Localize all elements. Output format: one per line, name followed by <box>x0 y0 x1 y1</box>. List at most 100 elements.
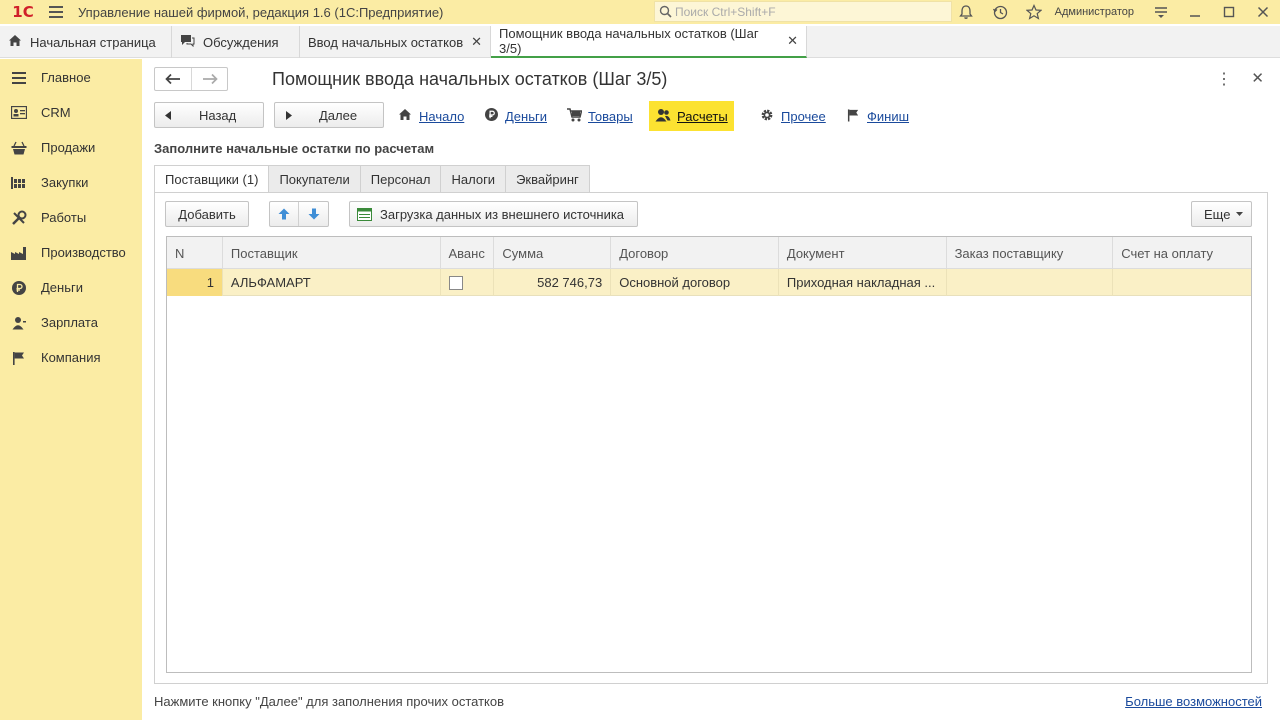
form-close-icon[interactable]: ✕ <box>1251 69 1264 87</box>
sidebar-item-salary[interactable]: Зарплата <box>0 305 142 340</box>
load-external-data-button[interactable]: Загрузка данных из внешнего источника <box>349 201 638 227</box>
tab-label: Обсуждения <box>203 34 279 50</box>
sidebar-item-production[interactable]: Производство <box>0 235 142 270</box>
load-button-label: Загрузка данных из внешнего источника <box>380 206 625 222</box>
more-vertical-icon[interactable]: ⋮ <box>1216 69 1232 89</box>
column-header[interactable]: N <box>167 237 223 269</box>
step-other[interactable]: Прочее <box>759 103 826 129</box>
ruble-icon <box>483 108 499 124</box>
chevron-down-icon <box>1236 211 1244 217</box>
column-header[interactable]: Документ <box>779 237 947 269</box>
tab-label: Начальная страница <box>30 34 156 50</box>
factory-icon <box>11 245 27 261</box>
tab-home[interactable]: Начальная страница <box>0 26 172 58</box>
column-header[interactable]: Счет на оплату <box>1113 237 1251 269</box>
step-goods[interactable]: Товары <box>566 103 633 129</box>
column-header[interactable]: Заказ поставщику <box>947 237 1114 269</box>
step-link[interactable]: Финиш <box>867 109 909 124</box>
crm-icon <box>11 105 27 121</box>
page-tabs: Поставщики (1) Покупатели Персонал Налог… <box>154 165 590 193</box>
main-content: Помощник ввода начальных остатков (Шаг 3… <box>142 59 1280 720</box>
step-link[interactable]: Товары <box>588 109 633 124</box>
main-menu-icon[interactable] <box>42 0 70 24</box>
history-navigation <box>154 67 228 91</box>
chat-icon <box>180 34 195 50</box>
sidebar-item-crm[interactable]: CRM <box>0 95 142 130</box>
tab-suppliers[interactable]: Поставщики (1) <box>154 165 270 193</box>
back-arrow-icon[interactable] <box>155 68 191 90</box>
flag-icon <box>11 350 27 366</box>
user-name[interactable]: Администратор <box>1055 6 1134 18</box>
tab-close-icon[interactable]: ✕ <box>471 34 482 50</box>
sidebar-item-works[interactable]: Работы <box>0 200 142 235</box>
bell-icon[interactable] <box>949 0 983 24</box>
sidebar-item-main[interactable]: Главное <box>0 60 142 95</box>
home-icon <box>8 34 22 50</box>
step-settlements[interactable]: Расчеты <box>649 101 734 131</box>
sidebar-item-label: Компания <box>41 350 101 365</box>
app-title: Управление нашей фирмой, редакция 1.6 (1… <box>78 4 444 20</box>
table-row[interactable]: 1 АЛЬФАМАРТ 582 746,73 Основной договор … <box>167 269 1251 296</box>
sidebar-item-sales[interactable]: Продажи <box>0 130 142 165</box>
tab-discussions[interactable]: Обсуждения <box>172 26 300 58</box>
search-input[interactable]: Поиск Ctrl+Shift+F <box>654 1 952 22</box>
triangle-left-icon <box>165 108 175 123</box>
tab-acquiring[interactable]: Эквайринг <box>505 165 590 192</box>
tab-close-icon[interactable]: ✕ <box>787 33 798 49</box>
cart-icon <box>566 107 582 125</box>
form-title: Помощник ввода начальных остатков (Шаг 3… <box>272 69 668 89</box>
menu-icon <box>11 70 27 86</box>
tab-personnel[interactable]: Персонал <box>359 165 442 192</box>
sidebar-item-label: Деньги <box>41 280 83 295</box>
sidebar-item-label: Продажи <box>41 140 96 155</box>
arrow-down-icon[interactable] <box>299 202 328 226</box>
back-button[interactable]: Назад <box>154 102 264 128</box>
tab-balance-wizard[interactable]: Помощник ввода начальных остатков (Шаг 3… <box>491 26 807 58</box>
tab-opening-balances[interactable]: Ввод начальных остатков ✕ <box>300 26 491 58</box>
step-start[interactable]: Начало <box>397 103 464 129</box>
more-dropdown-button[interactable]: Еще <box>1191 201 1252 227</box>
home-icon <box>397 108 413 124</box>
step-finish[interactable]: Финиш <box>845 103 909 129</box>
arrow-up-icon[interactable] <box>270 202 299 226</box>
tab-customers[interactable]: Покупатели <box>268 165 361 192</box>
close-icon[interactable] <box>1246 0 1280 24</box>
add-button[interactable]: Добавить <box>165 201 249 227</box>
star-icon[interactable] <box>1017 0 1051 24</box>
document-cell[interactable]: Приходная накладная ... <box>779 269 947 296</box>
more-label: Еще <box>1204 206 1231 222</box>
step-money[interactable]: Деньги <box>483 103 547 129</box>
title-bar: 1С Управление нашей фирмой, редакция 1.6… <box>0 0 1280 24</box>
move-buttons <box>269 201 329 227</box>
contract-cell[interactable]: Основной договор <box>611 269 779 296</box>
tab-label: Ввод начальных остатков <box>308 34 464 50</box>
suppliers-panel: Добавить Загрузка данных из внешнего ист… <box>154 192 1268 684</box>
supplier-cell[interactable]: АЛЬФАМАРТ <box>223 269 441 296</box>
advance-checkbox[interactable] <box>448 275 463 290</box>
minimize-icon[interactable] <box>1178 0 1212 24</box>
tab-taxes[interactable]: Налоги <box>440 165 507 192</box>
sidebar-item-money[interactable]: Деньги <box>0 270 142 305</box>
column-header[interactable]: Сумма <box>494 237 612 269</box>
forward-arrow-icon[interactable] <box>191 68 227 90</box>
step-link[interactable]: Начало <box>419 109 464 124</box>
step-link[interactable]: Расчеты <box>677 109 728 124</box>
amount-cell[interactable]: 582 746,73 <box>494 269 612 296</box>
sidebar-item-purchases[interactable]: Закупки <box>0 165 142 200</box>
more-features-link[interactable]: Больше возможностей <box>1125 694 1262 709</box>
invoice-cell[interactable] <box>1113 269 1251 296</box>
history-icon[interactable] <box>983 0 1017 24</box>
order-cell[interactable] <box>947 269 1114 296</box>
column-header[interactable]: Поставщик <box>223 237 441 269</box>
column-header[interactable]: Договор <box>611 237 779 269</box>
settings-menu-icon[interactable] <box>1144 0 1178 24</box>
flag-icon <box>845 108 861 125</box>
column-header[interactable]: Аванс <box>441 237 495 269</box>
step-link[interactable]: Прочее <box>781 109 826 124</box>
next-button[interactable]: Далее <box>274 102 384 128</box>
sidebar-item-company[interactable]: Компания <box>0 340 142 375</box>
step-link[interactable]: Деньги <box>505 109 547 124</box>
row-number: 1 <box>167 269 223 296</box>
maximize-icon[interactable] <box>1212 0 1246 24</box>
table-header: N Поставщик Аванс Сумма Договор Документ… <box>167 237 1251 269</box>
